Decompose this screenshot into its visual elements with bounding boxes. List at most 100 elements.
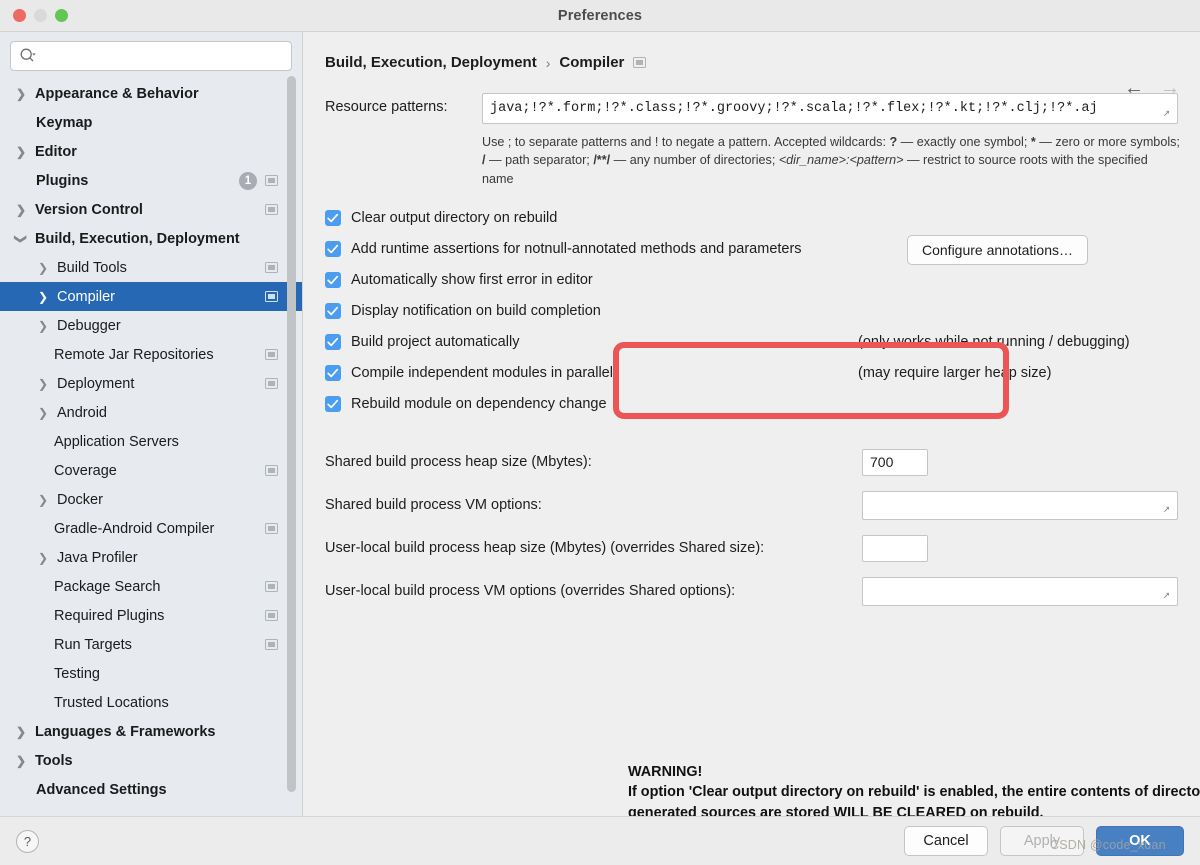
sidebar-item-version-control[interactable]: ❯Version Control xyxy=(0,195,302,224)
panel-icon xyxy=(265,465,278,476)
sidebar-item-label: Build, Execution, Deployment xyxy=(35,231,240,247)
checkbox-compile-independent-modules-in-parallel[interactable] xyxy=(325,365,341,381)
input-shared-build-process-vm-options[interactable]: ↗ xyxy=(862,491,1178,520)
checkbox-row-display-notification-on-build-completion: Display notification on build completion xyxy=(325,296,1178,327)
sidebar-scrollbar-thumb[interactable] xyxy=(287,76,296,792)
checkbox-rebuild-module-on-dependency-change[interactable] xyxy=(325,396,341,412)
checkbox-automatically-show-first-error-in-editor[interactable] xyxy=(325,272,341,288)
build-process-fields: Shared build process heap size (Mbytes):… xyxy=(325,441,1178,613)
sidebar-item-label: Java Profiler xyxy=(57,550,138,566)
sidebar-item-appearance-behavior[interactable]: ❯Appearance & Behavior xyxy=(0,79,302,108)
sidebar-item-advanced-settings[interactable]: Advanced Settings xyxy=(0,775,302,804)
sidebar-item-build-tools[interactable]: ❯Build Tools xyxy=(0,253,302,282)
sidebar-item-editor[interactable]: ❯Editor xyxy=(0,137,302,166)
sidebar-item-coverage[interactable]: Coverage xyxy=(0,456,302,485)
checkbox-row-compile-independent-modules-in-parallel: Compile independent modules in parallel(… xyxy=(325,358,1178,389)
sidebar-item-package-search[interactable]: Package Search xyxy=(0,572,302,601)
checkbox-label[interactable]: Compile independent modules in parallel xyxy=(351,365,613,381)
checkbox-build-project-automatically[interactable] xyxy=(325,334,341,350)
sidebar-item-testing[interactable]: Testing xyxy=(0,659,302,688)
chevron-right-icon[interactable]: ❯ xyxy=(36,378,50,390)
sidebar-item-deployment[interactable]: ❯Deployment xyxy=(0,369,302,398)
sidebar-item-gradle-android-compiler[interactable]: Gradle-Android Compiler xyxy=(0,514,302,543)
help-button[interactable]: ? xyxy=(16,830,39,853)
checkbox-label[interactable]: Rebuild module on dependency change xyxy=(351,396,607,412)
expand-icon[interactable]: ↗ xyxy=(1160,503,1173,516)
sidebar-item-label: Android xyxy=(57,405,107,421)
warning-line-2: generated sources are stored WILL BE CLE… xyxy=(628,803,1200,816)
checkbox-add-runtime-assertions-for-notnull-annotated-methods-and-parameters[interactable] xyxy=(325,241,341,257)
checkbox-label[interactable]: Automatically show first error in editor xyxy=(351,272,593,288)
breadcrumb-parent[interactable]: Build, Execution, Deployment xyxy=(325,54,537,71)
sidebar-scrollbar[interactable] xyxy=(287,76,296,804)
sidebar-item-label: Compiler xyxy=(57,289,115,305)
sidebar-item-plugins[interactable]: Plugins1 xyxy=(0,166,302,195)
configure-annotations-button[interactable]: Configure annotations… xyxy=(907,235,1088,265)
sidebar-item-languages-frameworks[interactable]: ❯Languages & Frameworks xyxy=(0,717,302,746)
sidebar-item-required-plugins[interactable]: Required Plugins xyxy=(0,601,302,630)
settings-tree[interactable]: ❯Appearance & BehaviorKeymap❯EditorPlugi… xyxy=(0,78,302,816)
sidebar-item-trailing xyxy=(265,523,278,534)
sidebar-item-docker[interactable]: ❯ Docker xyxy=(0,485,302,514)
checkbox-clear-output-directory-on-rebuild[interactable] xyxy=(325,210,341,226)
checkbox-display-notification-on-build-completion[interactable] xyxy=(325,303,341,319)
chevron-right-icon[interactable]: ❯ xyxy=(14,88,28,100)
chevron-right-icon[interactable]: ❯ xyxy=(36,291,50,303)
chevron-right-icon[interactable]: ❯ xyxy=(14,726,28,738)
sidebar-item-label: Remote Jar Repositories xyxy=(54,347,214,363)
search-input[interactable] xyxy=(10,41,292,71)
checkbox-row-build-project-automatically: Build project automatically(only works w… xyxy=(325,327,1178,358)
chevron-right-icon[interactable]: ❯ xyxy=(14,204,28,216)
chevron-right-icon[interactable]: ❯ xyxy=(36,407,50,419)
checkbox-label[interactable]: Build project automatically xyxy=(351,334,519,350)
warning-line-1: If option 'Clear output directory on reb… xyxy=(628,782,1200,802)
sidebar-item-label: Gradle-Android Compiler xyxy=(54,521,214,537)
expand-icon[interactable]: ↗ xyxy=(1160,107,1173,120)
sidebar-item-label: Docker xyxy=(57,492,103,508)
chevron-right-icon[interactable]: ❯ xyxy=(14,146,28,158)
sidebar-item-android[interactable]: ❯ Android xyxy=(0,398,302,427)
chevron-right-icon[interactable]: ❯ xyxy=(36,494,50,506)
checkbox-label[interactable]: Add runtime assertions for notnull-annot… xyxy=(351,241,802,257)
sidebar-item-label: Advanced Settings xyxy=(36,782,167,798)
sidebar-item-application-servers[interactable]: Application Servers xyxy=(0,427,302,456)
sidebar-item-label: Package Search xyxy=(54,579,160,595)
chevron-right-icon[interactable]: ❯ xyxy=(36,552,50,564)
checkbox-label[interactable]: Display notification on build completion xyxy=(351,303,601,319)
dialog-footer: ? Cancel Apply OK xyxy=(0,816,1200,865)
expand-icon[interactable]: ↗ xyxy=(1160,589,1173,602)
window-title: Preferences xyxy=(0,8,1200,24)
search-icon xyxy=(19,47,37,65)
sidebar-item-run-targets[interactable]: Run Targets xyxy=(0,630,302,659)
chevron-right-icon[interactable]: ❯ xyxy=(14,755,28,767)
sidebar-item-compiler[interactable]: ❯ Compiler xyxy=(0,282,302,311)
cancel-button[interactable]: Cancel xyxy=(904,826,988,856)
resource-patterns-label: Resource patterns: xyxy=(325,93,482,115)
sidebar-item-trailing xyxy=(265,639,278,650)
chevron-right-icon[interactable]: ❯ xyxy=(36,320,50,332)
resource-patterns-hint: Use ; to separate patterns and ! to nega… xyxy=(482,133,1182,188)
sidebar-item-trailing xyxy=(265,465,278,476)
sidebar-item-build-execution-deployment[interactable]: ❯ Build, Execution, Deployment xyxy=(0,224,302,253)
sidebar-item-java-profiler[interactable]: ❯ Java Profiler xyxy=(0,543,302,572)
settings-form: Resource patterns: java;!?*.form;!?*.cla… xyxy=(303,71,1200,613)
input-shared-build-process-heap-size-mbytes[interactable]: 700 xyxy=(862,449,928,476)
checkbox-label[interactable]: Clear output directory on rebuild xyxy=(351,210,557,226)
field-row-shared-build-process-vm-options: Shared build process VM options: ↗ xyxy=(325,484,1178,527)
plugin-update-badge: 1 xyxy=(239,172,257,190)
sidebar-item-keymap[interactable]: Keymap xyxy=(0,108,302,137)
input-user-local-build-process-heap-size-mbytes-overrides-shared-size[interactable] xyxy=(862,535,928,562)
input-user-local-build-process-vm-options-overrides-shared-options[interactable]: ↗ xyxy=(862,577,1178,606)
resource-patterns-input[interactable]: java;!?*.form;!?*.class;!?*.groovy;!?*.s… xyxy=(482,93,1178,124)
sidebar-item-remote-jar-repositories[interactable]: Remote Jar Repositories xyxy=(0,340,302,369)
sidebar-item-trailing: 1 xyxy=(239,172,278,190)
field-row-user-local-build-process-heap-size-mbytes-overrides-shared-size: User-local build process heap size (Mbyt… xyxy=(325,527,1178,570)
field-label: Shared build process VM options: xyxy=(325,497,862,513)
sidebar-item-debugger[interactable]: ❯Debugger xyxy=(0,311,302,340)
sidebar-item-tools[interactable]: ❯Tools xyxy=(0,746,302,775)
chevron-right-icon[interactable]: ❯ xyxy=(36,262,50,274)
sidebar-item-trusted-locations[interactable]: Trusted Locations xyxy=(0,688,302,717)
field-label: User-local build process heap size (Mbyt… xyxy=(325,540,862,556)
panel-icon xyxy=(265,262,278,273)
chevron-down-icon[interactable]: ❯ xyxy=(15,232,27,246)
